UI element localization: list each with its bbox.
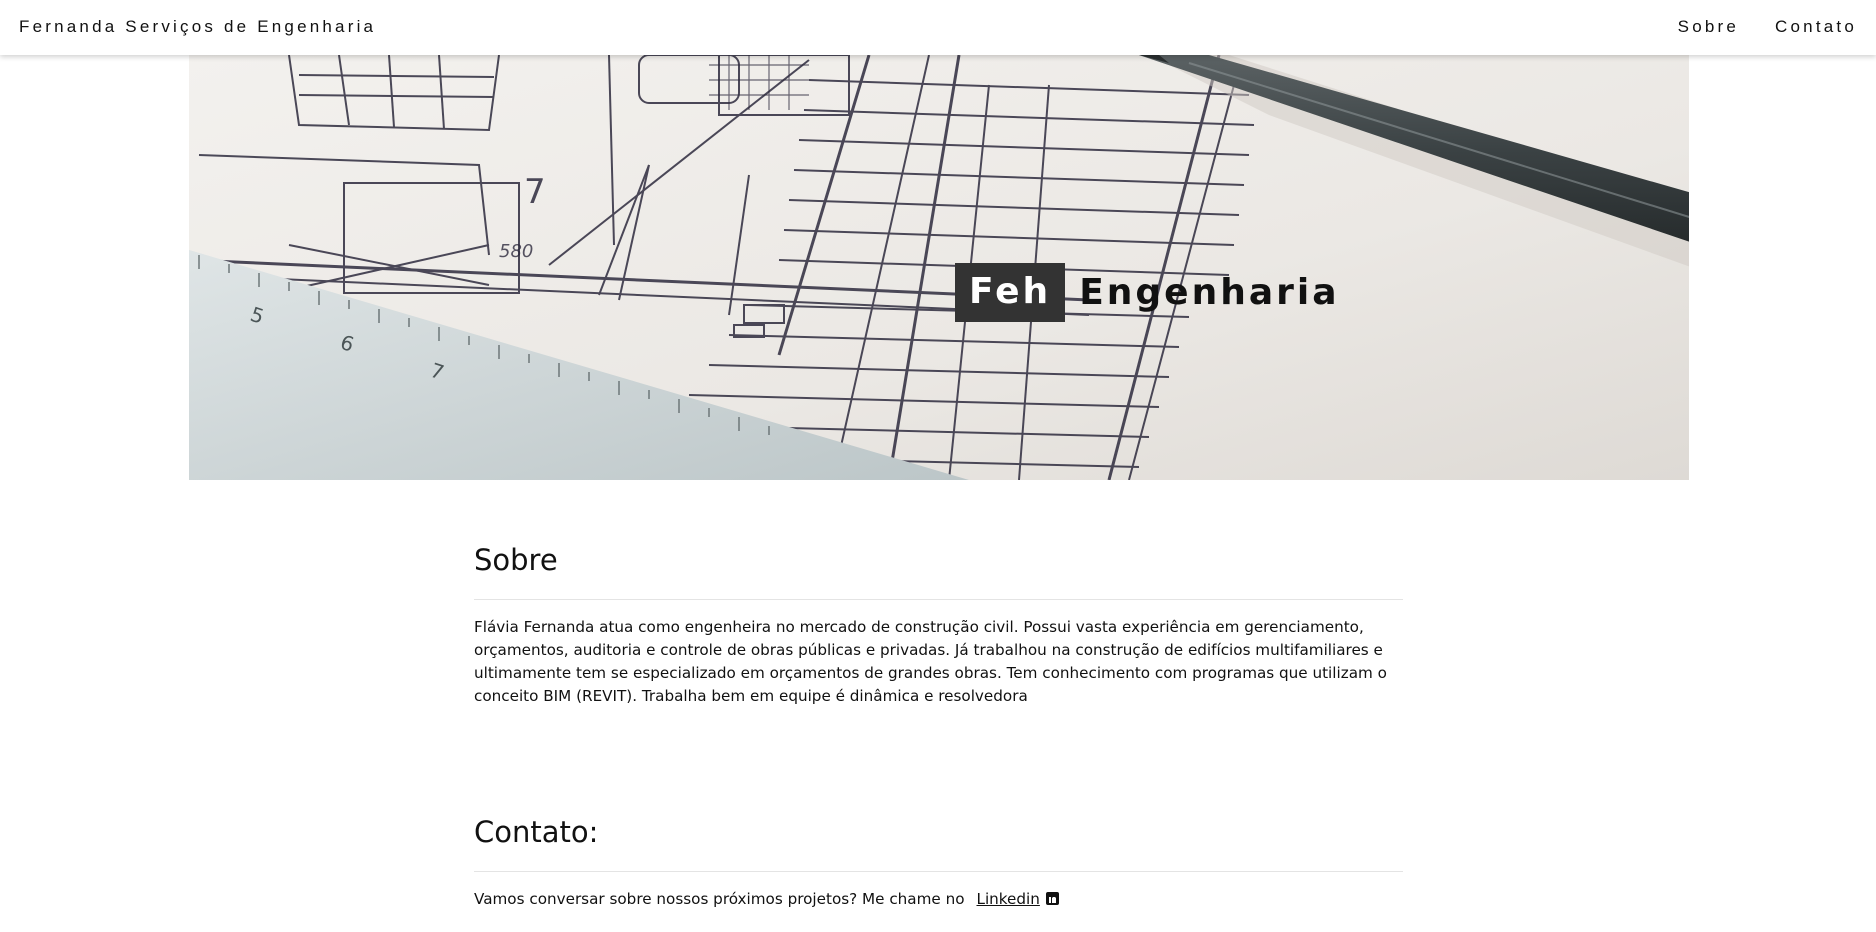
hero-title-rest: Engenharia [1079, 272, 1340, 313]
section-contato: Contato: Vamos conversar sobre nossos pr… [474, 815, 1403, 911]
nav-link-contato[interactable]: Contato [1775, 17, 1857, 37]
sobre-divider [474, 599, 1403, 600]
hero-banner: 7 580 5 6 7 Feh Engenharia [189, 55, 1689, 480]
hero-title-boxed: Feh [955, 263, 1066, 322]
blueprint-image: 7 580 5 6 7 [189, 55, 1689, 480]
linkedin-link[interactable]: Linkedin [976, 890, 1039, 908]
hero-title: Feh Engenharia [955, 263, 1340, 322]
top-navbar: Fernanda Serviços de Engenharia Sobre Co… [0, 0, 1876, 55]
linkedin-icon[interactable] [1045, 892, 1059, 905]
nav-link-sobre[interactable]: Sobre [1678, 17, 1739, 37]
sobre-heading: Sobre [474, 543, 558, 577]
contato-text: Vamos conversar sobre nossos próximos pr… [474, 890, 965, 908]
contato-text-line: Vamos conversar sobre nossos próximos pr… [474, 888, 1403, 911]
sobre-text: Flávia Fernanda atua como engenheira no … [474, 618, 1387, 705]
contato-divider [474, 871, 1403, 872]
plan-number-7: 7 [524, 172, 546, 212]
contato-heading: Contato: [474, 815, 599, 849]
main-nav: Sobre Contato [1678, 17, 1857, 37]
plan-number-580: 580 [499, 241, 533, 262]
section-sobre: Sobre Flávia Fernanda atua como engenhei… [474, 543, 1403, 708]
brand-link[interactable]: Fernanda Serviços de Engenharia [19, 17, 376, 37]
